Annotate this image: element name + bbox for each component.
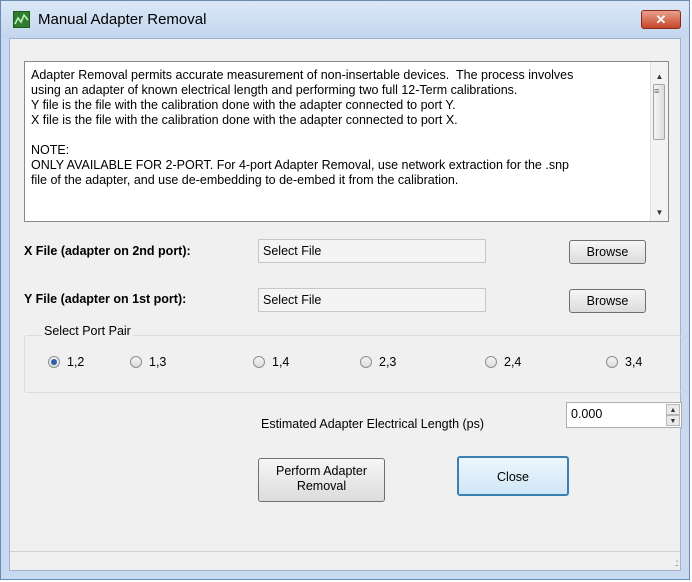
port-pair-radio-1-2[interactable]: 1,2 bbox=[48, 355, 84, 369]
title-bar[interactable]: Manual Adapter Removal ✕ bbox=[1, 1, 689, 38]
port-pair-radio-2-3[interactable]: 2,3 bbox=[360, 355, 396, 369]
radio-unselected-icon bbox=[130, 356, 142, 368]
port-pair-radio-1-3[interactable]: 1,3 bbox=[130, 355, 166, 369]
port-pair-radio-1-4[interactable]: 1,4 bbox=[253, 355, 289, 369]
x-file-field[interactable]: Select File bbox=[258, 239, 486, 263]
spin-arrows: ▲ ▼ bbox=[666, 404, 680, 426]
y-file-field[interactable]: Select File bbox=[258, 288, 486, 312]
perform-adapter-removal-button[interactable]: Perform Adapter Removal bbox=[258, 458, 385, 502]
x-file-browse-button[interactable]: Browse bbox=[569, 240, 646, 264]
description-line: ONLY AVAILABLE FOR 2-PORT. For 4-port Ad… bbox=[31, 158, 569, 172]
description-scrollbar[interactable]: ▲ ≡ ▼ bbox=[650, 62, 668, 221]
radio-label: 1,2 bbox=[67, 355, 85, 369]
radio-unselected-icon bbox=[606, 356, 618, 368]
window-title: Manual Adapter Removal bbox=[38, 11, 207, 28]
radio-label: 1,3 bbox=[149, 355, 167, 369]
port-pair-radio-3-4[interactable]: 3,4 bbox=[606, 355, 642, 369]
radio-label: 3,4 bbox=[625, 355, 643, 369]
electrical-length-spinbox[interactable]: 0.000 ▲ ▼ bbox=[566, 402, 682, 428]
radio-label: 2,4 bbox=[504, 355, 522, 369]
app-logo-icon bbox=[13, 11, 30, 28]
y-file-browse-button[interactable]: Browse bbox=[569, 289, 646, 313]
description-line bbox=[31, 128, 645, 143]
perform-button-line2: Removal bbox=[296, 479, 347, 493]
description-text: Adapter Removal permits accurate measure… bbox=[31, 68, 645, 188]
y-file-label: Y File (adapter on 1st port): bbox=[24, 292, 187, 306]
port-pair-group-title: Select Port Pair bbox=[42, 324, 133, 338]
spin-up-arrow-icon[interactable]: ▲ bbox=[666, 404, 680, 415]
electrical-length-value[interactable]: 0.000 bbox=[571, 407, 602, 421]
close-button[interactable]: Close bbox=[457, 456, 569, 496]
radio-unselected-icon bbox=[253, 356, 265, 368]
perform-button-line1: Perform Adapter bbox=[275, 464, 367, 478]
description-line: Y file is the file with the calibration … bbox=[31, 98, 456, 112]
resize-grip-icon[interactable]: .:: bbox=[675, 558, 680, 569]
window-close-button[interactable]: ✕ bbox=[641, 10, 681, 29]
dialog-window: Manual Adapter Removal ✕ Adapter Removal… bbox=[0, 0, 690, 580]
radio-unselected-icon bbox=[485, 356, 497, 368]
port-pair-radio-2-4[interactable]: 2,4 bbox=[485, 355, 521, 369]
scroll-down-arrow-icon[interactable]: ▼ bbox=[651, 204, 668, 221]
description-line: Adapter Removal permits accurate measure… bbox=[31, 68, 574, 82]
radio-label: 2,3 bbox=[379, 355, 397, 369]
dialog-client-area: Adapter Removal permits accurate measure… bbox=[9, 38, 682, 571]
scroll-up-arrow-icon[interactable]: ▲ bbox=[651, 68, 668, 85]
scroll-grip-icon: ≡ bbox=[654, 86, 660, 96]
description-line: using an adapter of known electrical len… bbox=[31, 83, 518, 97]
radio-selected-icon bbox=[48, 356, 60, 368]
description-textbox[interactable]: Adapter Removal permits accurate measure… bbox=[24, 61, 669, 222]
description-line: NOTE: bbox=[31, 143, 70, 157]
description-line: file of the adapter, and use de-embeddin… bbox=[31, 173, 459, 187]
radio-label: 1,4 bbox=[272, 355, 290, 369]
description-line: X file is the file with the calibration … bbox=[31, 113, 458, 127]
spin-down-arrow-icon[interactable]: ▼ bbox=[666, 415, 680, 426]
x-file-label: X File (adapter on 2nd port): bbox=[24, 244, 191, 258]
status-bar: .:: bbox=[10, 551, 680, 570]
radio-unselected-icon bbox=[360, 356, 372, 368]
port-pair-group bbox=[24, 335, 682, 393]
electrical-length-label: Estimated Adapter Electrical Length (ps) bbox=[261, 417, 485, 431]
